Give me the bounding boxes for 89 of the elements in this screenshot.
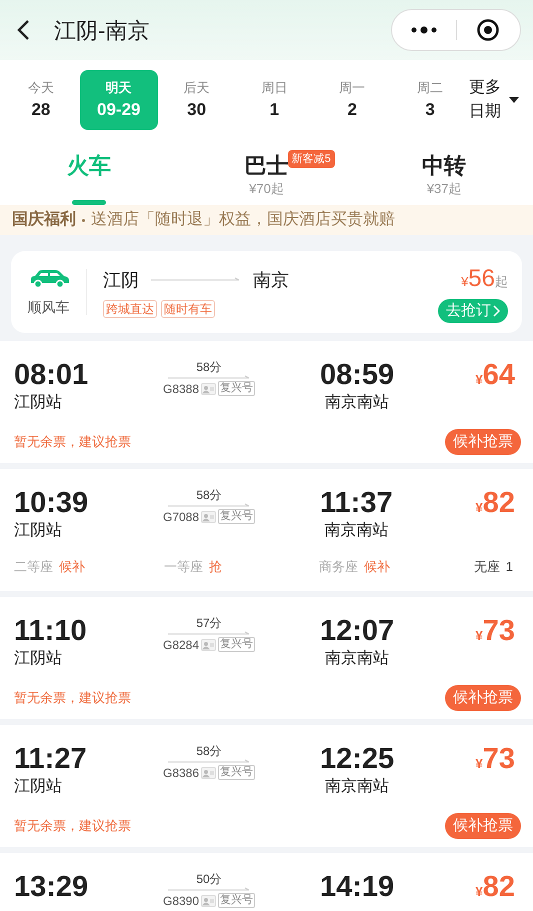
train-type-tag: 复兴号 <box>218 509 256 524</box>
departure-time: 08:01 <box>14 359 90 391</box>
duration: 58分 <box>196 359 222 375</box>
departure-station: 江阴站 <box>14 520 63 541</box>
date-tab[interactable]: 后天 30 <box>158 70 236 130</box>
id-card-icon <box>201 638 216 650</box>
departure-time: 13:29 <box>14 871 90 903</box>
no-tickets-notice: 暂无余票，建议抢票 <box>14 689 131 708</box>
id-card-icon <box>201 382 216 394</box>
page-title: 江阴-南京 <box>54 16 150 44</box>
train-type-tag: 复兴号 <box>218 637 256 652</box>
duration: 58分 <box>196 487 222 503</box>
no-tickets-notice: 暂无余票，建议抢票 <box>14 817 131 836</box>
currency-sign: ¥ <box>476 499 483 517</box>
price: 73 <box>482 743 515 775</box>
price: 64 <box>482 359 515 391</box>
price-suffix: 起 <box>495 273 508 291</box>
active-tab-indicator <box>72 200 106 205</box>
chevron-icon <box>493 305 500 317</box>
seat-status: 1 <box>506 558 513 576</box>
mode-tab[interactable]: 巴士 ¥70起 新客减5 <box>178 140 356 205</box>
date-tab[interactable]: 周二 3 <box>391 70 469 130</box>
duration: 58分 <box>196 743 222 759</box>
arrival-station: 南京南站 <box>325 392 390 413</box>
promo-badge: 新客减5 <box>288 150 335 168</box>
train-type-tag: 复兴号 <box>218 893 256 908</box>
currency-sign: ¥ <box>461 273 468 291</box>
seat-status: 抢 <box>208 558 222 576</box>
train-card[interactable]: 08:01 江阴站 58分 G8388 复兴号 08:59 南京南站 ¥64 暂无余票，建议抢票 候补抢票 <box>0 341 533 463</box>
train-card[interactable]: 13:29 50分 G8390 复兴号 14:19 ¥82 <box>0 853 533 911</box>
arrival-station: 南京南站 <box>325 648 390 669</box>
feature-tag: 随时有车 <box>161 300 215 318</box>
arrival-time: 14:19 <box>320 871 394 903</box>
train-number: G8386 <box>162 766 200 780</box>
departure-time: 11:10 <box>14 615 88 647</box>
id-card-icon <box>201 510 216 522</box>
departure-station: 江阴站 <box>14 392 63 413</box>
id-card-icon <box>201 766 216 778</box>
duration: 57分 <box>196 615 222 631</box>
train-card[interactable]: 10:39 江阴站 58分 G7088 复兴号 11:37 南京南站 ¥82 二等座 候补 一等座 抢 商务座 候补 无座 1 <box>0 469 533 591</box>
departure-time: 11:27 <box>14 743 88 775</box>
date-tab[interactable]: 周一 2 <box>313 70 392 130</box>
train-number: G7088 <box>162 510 200 524</box>
currency-sign: ¥ <box>476 371 483 389</box>
id-card-icon <box>201 894 216 906</box>
currency-sign: ¥ <box>476 755 483 773</box>
date-tab[interactable]: 周日 1 <box>235 70 314 130</box>
train-number: G8284 <box>162 638 200 652</box>
arrival-time: 08:59 <box>320 359 394 391</box>
feature-tag: 跨城直达 <box>103 300 157 318</box>
dots-icon <box>410 26 438 34</box>
promo-title: 国庆福利 <box>12 209 76 230</box>
train-type-tag: 复兴号 <box>218 381 256 396</box>
mode-tab[interactable]: 中转 ¥37起 <box>355 140 533 205</box>
no-tickets-notice: 暂无余票，建议抢票 <box>14 433 131 452</box>
arrival-station: 南京南站 <box>324 520 388 541</box>
price: 82 <box>482 487 515 519</box>
seat-class: 二等座 <box>14 558 53 576</box>
target-icon <box>476 18 500 42</box>
train-card[interactable]: 11:10 江阴站 57分 G8284 复兴号 12:07 南京南站 ¥73 暂无余票，建议抢票 候补抢票 <box>0 597 533 719</box>
currency-sign: ¥ <box>476 883 483 901</box>
carpool-label: 顺风车 <box>28 299 70 315</box>
train-type-tag: 复兴号 <box>218 765 256 780</box>
arrival-time: 12:25 <box>320 743 394 775</box>
price: 73 <box>482 615 515 647</box>
arrival-time: 12:07 <box>320 615 394 647</box>
price: 82 <box>482 871 515 903</box>
destination-city: 南京 <box>253 268 289 292</box>
duration: 50分 <box>196 871 222 887</box>
currency-sign: ¥ <box>476 627 483 645</box>
caret-icon <box>509 97 519 103</box>
train-card[interactable]: 11:27 江阴站 58分 G8386 复兴号 12:25 南京南站 ¥73 暂无余票，建议抢票 候补抢票 <box>0 725 533 847</box>
seat-class: 商务座 <box>318 558 358 576</box>
seat-status: 候补 <box>59 558 85 576</box>
seat-class: 无座 <box>474 558 500 576</box>
train-number: G8388 <box>162 382 200 396</box>
departure-station: 江阴站 <box>14 776 63 797</box>
origin-city: 江阴 <box>103 268 139 292</box>
arrival-station: 南京南站 <box>325 776 390 797</box>
departure-time: 10:39 <box>14 487 90 519</box>
arrival-time: 11:37 <box>320 487 393 519</box>
more-dates-button[interactable]: 更多日期 <box>469 76 519 124</box>
date-tab[interactable]: 今天 28 <box>2 70 80 130</box>
train-number: G8390 <box>162 894 200 908</box>
price: 56 <box>468 264 495 294</box>
seat-class: 一等座 <box>164 558 203 576</box>
promo-text: 送酒店「随时退」权益，国庆酒店买贵就赔 <box>91 210 395 230</box>
seat-status: 候补 <box>364 558 390 576</box>
departure-station: 江阴站 <box>14 648 63 669</box>
